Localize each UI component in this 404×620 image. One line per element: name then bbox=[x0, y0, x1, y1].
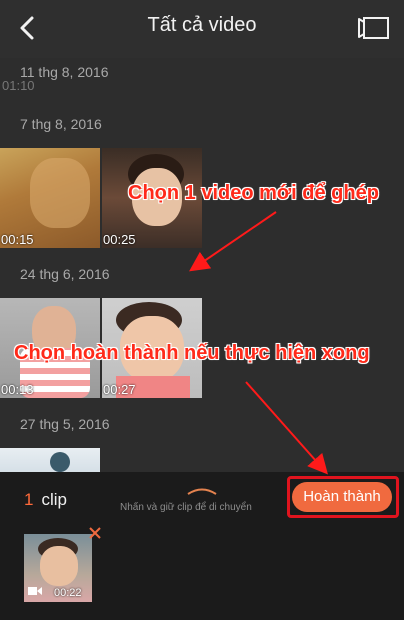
video-duration: 00:13 bbox=[1, 382, 34, 397]
video-thumbnail[interactable]: 00:15 bbox=[0, 148, 100, 248]
date-header: 27 thg 5, 2016 bbox=[20, 416, 110, 432]
expand-handle-icon[interactable] bbox=[186, 486, 218, 496]
done-button[interactable]: Hoàn thành bbox=[292, 482, 392, 512]
close-icon[interactable] bbox=[88, 526, 102, 540]
video-icon bbox=[28, 587, 42, 595]
page-title: Tất cả video bbox=[147, 14, 257, 36]
video-grid[interactable]: 01:10 11 thg 8, 2016 7 thg 8, 2016 00:15… bbox=[0, 58, 404, 472]
annotation-pick-done: Chọn hoàn thành nếu thực hiện xong bbox=[14, 342, 370, 364]
drag-hint: Nhấn và giữ clip để di chuyển bbox=[120, 502, 252, 513]
video-thumbnail[interactable] bbox=[0, 448, 100, 472]
clip-duration: 00:22 bbox=[54, 587, 82, 599]
clip-counter: 1 clip bbox=[24, 490, 67, 510]
video-camera-icon[interactable] bbox=[358, 12, 394, 44]
date-header: 24 thg 6, 2016 bbox=[20, 266, 110, 282]
video-duration: 00:25 bbox=[103, 232, 136, 247]
video-duration: 00:27 bbox=[103, 382, 136, 397]
video-duration: 00:15 bbox=[1, 232, 34, 247]
selection-panel: 1 clip Nhấn và giữ clip để di chuyển Hoàn… bbox=[0, 472, 404, 620]
top-bar: Tất cả video bbox=[0, 0, 404, 58]
selected-clip[interactable]: 00:22 bbox=[24, 534, 92, 602]
clip-count-label: clip bbox=[41, 490, 67, 509]
annotation-pick-video: Chọn 1 video mới để ghép bbox=[128, 182, 379, 204]
clip-count: 1 bbox=[24, 490, 34, 509]
date-header: 7 thg 8, 2016 bbox=[20, 116, 102, 132]
date-header: 11 thg 8, 2016 bbox=[20, 64, 109, 80]
partial-thumb-duration: 01:10 bbox=[2, 78, 35, 93]
